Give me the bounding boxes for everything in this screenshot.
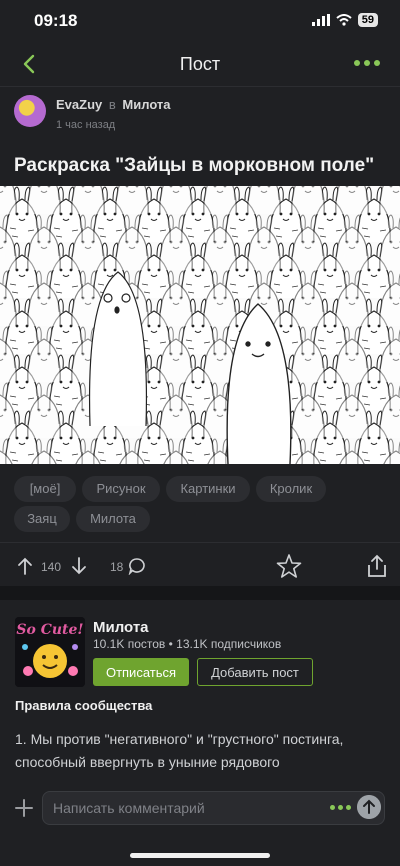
post-actions: 140 18 (0, 550, 400, 586)
community-name[interactable]: Милота (93, 619, 149, 636)
section-separator (0, 586, 400, 600)
tag-chip[interactable]: Рисунок (82, 476, 160, 502)
rating-count: 140 (41, 560, 62, 574)
tag-chip[interactable]: Милота (76, 506, 150, 532)
page-title: Пост (179, 54, 221, 74)
more-options-icon[interactable] (354, 60, 380, 66)
author-line: EvaZuy в Милота (56, 97, 171, 112)
status-icons: 59 (311, 13, 378, 27)
upvote-arrow-icon[interactable] (16, 556, 34, 576)
comments-count: 18 (110, 560, 124, 574)
author-in-word: в (108, 97, 116, 112)
tag-chip[interactable]: Кролик (256, 476, 326, 502)
favorite-star-icon[interactable] (276, 553, 302, 579)
community-logo[interactable]: So Cute! (15, 617, 85, 687)
share-icon[interactable] (366, 554, 388, 578)
battery-icon: 59 (357, 13, 378, 27)
status-bar: 09:18 59 (0, 0, 400, 42)
tag-chip[interactable]: [моё] (14, 476, 76, 502)
community-stats: 10.1K постов • 13.1K подписчиков (93, 637, 282, 651)
author-name[interactable]: EvaZuy (56, 97, 102, 112)
community-link[interactable]: Милота (122, 97, 170, 112)
plus-icon[interactable] (14, 798, 34, 818)
status-time: 09:18 (34, 11, 78, 30)
home-indicator (130, 853, 270, 858)
logo-text: So Cute! (16, 622, 83, 638)
tag-chip[interactable]: Картинки (166, 476, 250, 502)
add-post-button[interactable]: Добавить пост (197, 658, 313, 686)
rules-text: 1. Мы против "негативного" и "грустного"… (15, 731, 344, 770)
emoji-options-icon[interactable] (330, 805, 351, 810)
divider (0, 542, 400, 543)
community-logo-image: So Cute! (15, 617, 85, 687)
downvote-arrow-icon[interactable] (70, 556, 88, 576)
send-arrow-icon[interactable] (357, 795, 381, 819)
wifi-icon (336, 14, 352, 26)
post-title: Раскраска "Зайцы в морковном поле" (14, 155, 375, 176)
avatar[interactable] (14, 95, 46, 127)
comment-bar (0, 782, 400, 834)
rules-title: Правила сообщества (15, 698, 153, 713)
community-card: So Cute! Милота 10.1K постов • 13.1K под… (0, 600, 400, 790)
unsubscribe-button[interactable]: Отписаться (93, 658, 189, 686)
divider (0, 86, 400, 87)
tag-chip[interactable]: Заяц (14, 506, 70, 532)
comment-bubble-icon[interactable] (128, 557, 146, 575)
nav-bar: Пост (0, 42, 400, 86)
post-time: 1 час назад (56, 119, 116, 131)
post-image[interactable] (0, 186, 400, 464)
coloring-illustration (0, 186, 400, 464)
signal-icon (311, 14, 330, 26)
